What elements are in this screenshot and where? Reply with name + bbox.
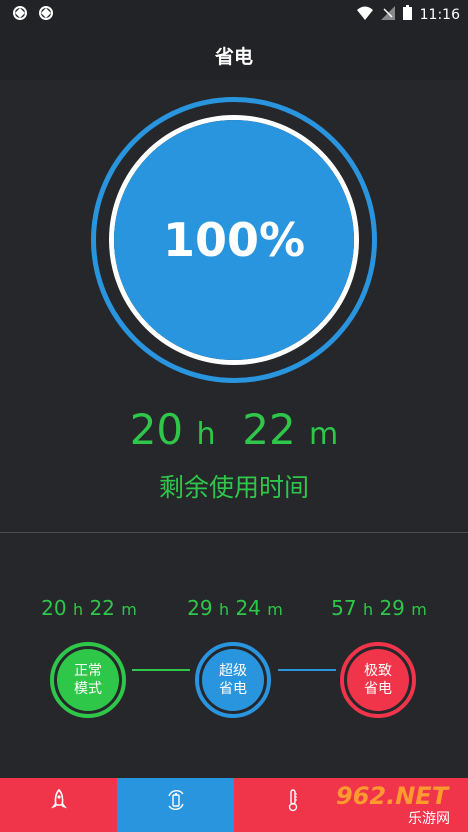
battery-icon bbox=[402, 5, 412, 24]
mode-time-normal: 20 h 22 m bbox=[24, 596, 154, 620]
mode-extreme-saver-button[interactable]: 极致 省电 bbox=[340, 642, 416, 718]
tab-cooling[interactable] bbox=[234, 778, 351, 826]
battery-percent: 100% bbox=[162, 213, 306, 267]
mode-minutes: 29 bbox=[379, 596, 405, 620]
connector-line bbox=[278, 669, 336, 671]
thermometer-icon bbox=[287, 788, 299, 816]
mode-hours: 29 bbox=[187, 596, 213, 620]
remaining-time: 20 h 22 m bbox=[0, 405, 468, 454]
mode-minutes-unit: m bbox=[121, 600, 137, 619]
app-bar: 省电 bbox=[0, 28, 468, 80]
battery-saver-icon bbox=[165, 788, 187, 816]
page-title: 省电 bbox=[214, 46, 253, 68]
mode-time-extreme: 57 h 29 m bbox=[314, 596, 444, 620]
battery-gauge: 100% bbox=[114, 120, 354, 360]
mode-minutes: 24 bbox=[235, 596, 261, 620]
signal-icon bbox=[380, 5, 395, 24]
sync-icon-2 bbox=[38, 5, 54, 25]
status-bar: 11:16 bbox=[0, 0, 468, 28]
rocket-icon bbox=[50, 788, 68, 815]
watermark-subtext: 乐游网 bbox=[408, 811, 450, 827]
connector-line bbox=[132, 669, 190, 671]
mode-hours-unit: h bbox=[362, 600, 374, 619]
mode-super-saver-button[interactable]: 超级 省电 bbox=[195, 642, 271, 718]
active-tab-indicator bbox=[117, 826, 234, 832]
mode-minutes-unit: m bbox=[411, 600, 427, 619]
minutes-unit: m bbox=[309, 417, 339, 452]
mode-normal-button[interactable]: 正常 模式 bbox=[50, 642, 126, 718]
hours-unit: h bbox=[196, 417, 216, 452]
mode-time-super: 29 h 24 m bbox=[170, 596, 300, 620]
mode-hours-unit: h bbox=[218, 600, 230, 619]
sync-icon bbox=[12, 5, 28, 25]
mode-hours: 20 bbox=[41, 596, 67, 620]
mode-label: 超级 省电 bbox=[202, 649, 264, 711]
mode-hours-unit: h bbox=[72, 600, 84, 619]
wifi-icon bbox=[356, 6, 373, 24]
remaining-minutes: 22 bbox=[242, 405, 296, 454]
mode-label: 正常 模式 bbox=[57, 649, 119, 711]
mode-minutes: 22 bbox=[89, 596, 115, 620]
mode-hours: 57 bbox=[331, 596, 357, 620]
tab-speedup[interactable] bbox=[0, 778, 117, 826]
mode-label: 极致 省电 bbox=[347, 649, 409, 711]
status-time: 11:16 bbox=[419, 6, 460, 23]
tab-power-saving[interactable] bbox=[117, 778, 234, 832]
watermark-logo: 962.NET bbox=[336, 782, 449, 810]
mode-minutes-unit: m bbox=[267, 600, 283, 619]
remaining-label: 剩余使用时间 bbox=[158, 473, 309, 502]
remaining-hours: 20 bbox=[129, 405, 184, 454]
